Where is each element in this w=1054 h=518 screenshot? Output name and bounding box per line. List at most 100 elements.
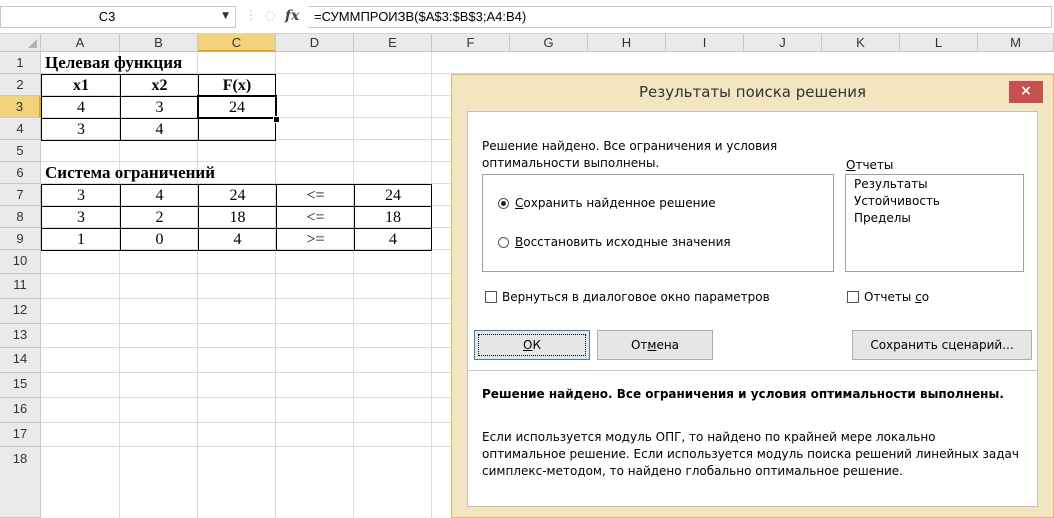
outline-reports-checkbox[interactable] <box>847 291 859 303</box>
cell-b2[interactable]: x2 <box>120 74 199 97</box>
return-to-dialog-label[interactable]: Вернуться в диалоговое окно параметров <box>502 290 770 304</box>
reports-label: Отчеты <box>846 158 894 172</box>
cell-b7[interactable]: 4 <box>120 184 199 207</box>
report-item-sensitivity[interactable]: Устойчивость <box>854 194 940 208</box>
save-scenario-button[interactable]: Сохранить сценарий... <box>852 330 1032 360</box>
cell-a3[interactable]: 4 <box>41 96 121 119</box>
dialog-title: Результаты поиска решения <box>638 83 867 101</box>
row-header-6[interactable]: 6 <box>0 162 41 184</box>
name-box[interactable]: C3 ▼ <box>0 6 236 28</box>
row-header-12[interactable]: 12 <box>0 299 41 324</box>
name-box-value: C3 <box>98 9 116 24</box>
cell-e9[interactable]: 4 <box>354 228 432 251</box>
insert-function-icon[interactable]: fx <box>285 8 299 24</box>
cell-c8[interactable]: 18 <box>198 206 277 229</box>
ok-button[interactable]: ОК <box>474 330 590 360</box>
formula-input[interactable]: =СУММПРОИЗВ($A$3:$B$3;A4:B4) <box>308 6 1052 28</box>
row-header-9[interactable]: 9 <box>0 228 41 250</box>
row-header-3[interactable]: 3 <box>0 96 41 118</box>
cell-e7[interactable]: 24 <box>354 184 432 207</box>
column-header-b[interactable]: B <box>120 34 198 52</box>
status-text-line2: оптимальности выполнены. <box>482 156 660 170</box>
row-header-18[interactable]: 18 <box>0 447 41 518</box>
cell-b8[interactable]: 2 <box>120 206 199 229</box>
result-message-line1: Если используется модуль ОПГ, то найдено… <box>482 430 936 444</box>
report-item-limits[interactable]: Пределы <box>854 211 911 225</box>
active-cell-selection <box>197 95 277 119</box>
row-header-16[interactable]: 16 <box>0 398 41 423</box>
row-header-15[interactable]: 15 <box>0 373 41 398</box>
return-to-dialog-checkbox[interactable] <box>485 291 497 303</box>
formula-bar-separator-icon: ⋮ ◌ <box>245 8 278 22</box>
reports-list[interactable]: Результаты Устойчивость Пределы <box>845 174 1024 272</box>
select-all-icon <box>28 39 37 48</box>
focus-rect <box>478 334 586 356</box>
cell-a2[interactable]: x1 <box>41 74 121 97</box>
select-all-button[interactable] <box>0 34 41 52</box>
gridline <box>431 52 432 518</box>
cell-c4[interactable] <box>198 118 276 141</box>
cell-b9[interactable]: 0 <box>120 228 199 251</box>
row-header-13[interactable]: 13 <box>0 324 41 348</box>
report-item-results[interactable]: Результаты <box>854 177 928 191</box>
formula-text: =СУММПРОИЗВ($A$3:$B$3;A4:B4) <box>314 9 527 24</box>
cell-b4[interactable]: 4 <box>120 118 199 141</box>
column-header-j[interactable]: J <box>744 34 822 52</box>
cancel-button[interactable]: Отмена <box>597 330 713 360</box>
row-header-2[interactable]: 2 <box>0 74 41 96</box>
column-header-a[interactable]: A <box>41 34 120 52</box>
constraints-title-cell[interactable]: Система ограничений <box>45 162 215 183</box>
cell-c9[interactable]: 4 <box>198 228 277 251</box>
row-header-1[interactable]: 1 <box>0 52 41 74</box>
cell-d7[interactable]: <= <box>276 184 355 207</box>
cell-b3[interactable]: 3 <box>120 96 199 119</box>
cell-a7[interactable]: 3 <box>41 184 121 207</box>
cell-c2[interactable]: F(x) <box>198 74 276 97</box>
outline-reports-label[interactable]: Отчеты со <box>864 290 929 304</box>
row-header-10[interactable]: 10 <box>0 250 41 274</box>
row-header-17[interactable]: 17 <box>0 423 41 447</box>
column-header-f[interactable]: F <box>432 34 510 52</box>
chevron-down-icon[interactable]: ▼ <box>222 11 229 21</box>
dialog-divider <box>468 370 1037 371</box>
column-header-m[interactable]: M <box>978 34 1054 52</box>
result-message-line2: оптимальное решение. Если используется м… <box>482 447 1019 461</box>
formula-bar: C3 ▼ ⋮ ◌ fx =СУММПРОИЗВ($A$3:$B$3;A4:B4) <box>0 0 1054 34</box>
row-header-5[interactable]: 5 <box>0 140 41 162</box>
column-header-h[interactable]: H <box>588 34 666 52</box>
column-header-i[interactable]: I <box>666 34 744 52</box>
column-header-d[interactable]: D <box>276 34 354 52</box>
row-header-7[interactable]: 7 <box>0 184 41 206</box>
solution-options-group: Сохранить найденное решение Восстановить… <box>482 174 834 272</box>
cell-c7[interactable]: 24 <box>198 184 277 207</box>
column-header-e[interactable]: E <box>354 34 432 52</box>
cell-a8[interactable]: 3 <box>41 206 121 229</box>
result-message-line3: симплекс-методом, то найдено глобально о… <box>482 464 903 478</box>
row-header-8[interactable]: 8 <box>0 206 41 228</box>
cell-d9[interactable]: >= <box>276 228 355 251</box>
cell-d8[interactable]: <= <box>276 206 355 229</box>
radio-selected-dot <box>501 201 506 206</box>
row-header-4[interactable]: 4 <box>0 118 41 140</box>
status-text-line1: Решение найдено. Все ограничения и услов… <box>482 139 778 153</box>
restore-values-radio[interactable] <box>498 237 509 248</box>
fill-handle[interactable] <box>273 116 280 123</box>
solver-results-dialog: Результаты поиска решения × Решение найд… <box>451 74 1054 518</box>
result-message-bold: Решение найдено. Все ограничения и услов… <box>482 387 1004 401</box>
dialog-body: Решение найдено. Все ограничения и услов… <box>467 111 1038 507</box>
row-header-14[interactable]: 14 <box>0 348 41 373</box>
column-header-g[interactable]: G <box>510 34 588 52</box>
objective-title-cell[interactable]: Целевая функция <box>45 52 182 73</box>
close-icon[interactable]: × <box>1009 81 1043 103</box>
keep-solution-radio[interactable] <box>498 198 509 209</box>
cell-a4[interactable]: 3 <box>41 118 121 141</box>
gridline <box>353 52 354 518</box>
column-header-l[interactable]: L <box>900 34 978 52</box>
cell-e8[interactable]: 18 <box>354 206 432 229</box>
row-header-11[interactable]: 11 <box>0 274 41 299</box>
keep-solution-label[interactable]: Сохранить найденное решение <box>515 196 716 210</box>
column-header-k[interactable]: K <box>822 34 900 52</box>
cell-a9[interactable]: 1 <box>41 228 121 251</box>
column-header-c[interactable]: C <box>198 34 276 52</box>
restore-values-label[interactable]: Восстановить исходные значения <box>515 235 731 249</box>
